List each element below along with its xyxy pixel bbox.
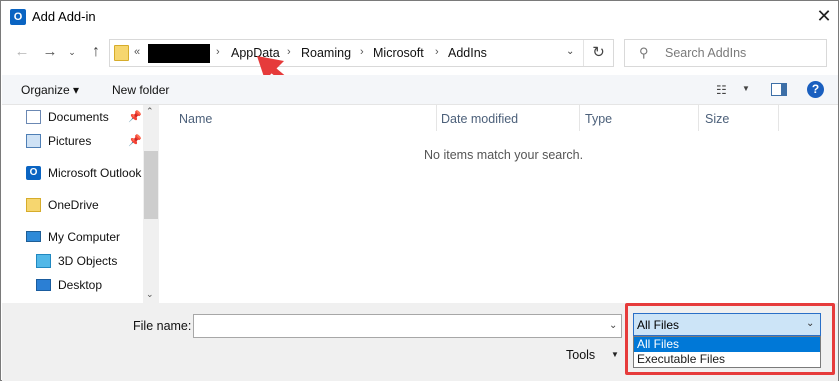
navpane-item-label: OneDrive <box>48 198 99 212</box>
file-name-dropdown-icon[interactable]: ⌄ <box>609 320 617 331</box>
forward-button[interactable]: → <box>39 41 61 63</box>
column-divider[interactable] <box>436 105 437 131</box>
empty-folder-message: No items match your search. <box>424 148 584 162</box>
documents-icon <box>26 110 41 124</box>
column-divider[interactable] <box>778 105 779 131</box>
outlook-icon: O <box>26 166 41 180</box>
onedrive-icon <box>26 198 41 212</box>
add-addin-dialog: O Add Add-in ✕ ← → ⌄ ↑ « › AppData › Roa… <box>0 0 839 381</box>
column-divider[interactable] <box>698 105 699 131</box>
navpane-item-label: My Computer <box>48 230 121 244</box>
tools-button[interactable]: Tools <box>566 348 595 362</box>
navpane-item-label: 3D Objects <box>58 254 118 268</box>
up-folder-button[interactable]: ↑ <box>85 41 107 63</box>
refresh-button[interactable]: ↻ <box>583 40 613 66</box>
back-button[interactable]: ← <box>11 41 33 63</box>
annotation-highlight-box <box>625 303 835 375</box>
recent-locations-dropdown[interactable]: ⌄ <box>66 41 78 63</box>
crumb-microsoft[interactable]: Microsoft <box>373 46 424 60</box>
navpane-item-3d-objects[interactable]: 3D Objects <box>36 251 156 271</box>
navpane-item-label: Microsoft Outlook <box>48 166 142 180</box>
navpane-item-label: Documents <box>48 110 109 124</box>
redacted-user-crumb <box>148 44 210 63</box>
outlook-app-icon: O <box>10 9 26 25</box>
folder-icon <box>114 45 129 61</box>
navpane-item-desktop[interactable]: Desktop <box>36 275 156 295</box>
view-options-icon[interactable]: ☷ <box>716 83 727 97</box>
scroll-up-icon[interactable]: ⌃ <box>146 106 154 117</box>
navpane-item-label: Desktop <box>58 278 103 292</box>
overflow-chevron-icon[interactable]: « <box>134 46 140 58</box>
tools-dropdown-icon[interactable]: ▼ <box>611 350 619 359</box>
file-name-label: File name: <box>133 319 192 333</box>
window-title: Add Add-in <box>32 9 96 24</box>
file-name-input[interactable]: ⌄ <box>193 314 622 338</box>
search-box[interactable]: ⚲ Search AddIns <box>624 39 827 67</box>
column-header-name[interactable]: Name <box>179 112 212 126</box>
close-button[interactable]: ✕ <box>813 5 835 27</box>
separator-icon[interactable]: › <box>360 46 364 58</box>
navpane-item-documents[interactable]: Documents 📌 <box>26 107 146 127</box>
pin-icon: 📌 <box>128 135 142 147</box>
navpane-item-pictures[interactable]: Pictures 📌 <box>26 131 146 151</box>
organize-button[interactable]: Organize ▾ <box>21 83 79 97</box>
navpane-item-outlook[interactable]: O Microsoft Outlook <box>26 163 146 183</box>
address-dropdown-icon[interactable]: ⌄ <box>566 46 574 57</box>
column-header-date-modified[interactable]: Date modified <box>441 112 518 126</box>
title-bar: O Add Add-in ✕ <box>1 1 838 33</box>
view-dropdown-icon[interactable]: ▼ <box>742 84 750 93</box>
pictures-icon <box>26 134 41 148</box>
navpane-item-label: Pictures <box>48 134 92 148</box>
help-icon[interactable]: ? <box>807 81 824 98</box>
pin-icon: 📌 <box>128 111 142 123</box>
desktop-icon <box>36 279 51 291</box>
new-folder-button[interactable]: New folder <box>112 83 169 97</box>
navpane-item-my-computer[interactable]: My Computer <box>26 227 146 247</box>
navpane-scroll-thumb[interactable] <box>144 151 158 219</box>
address-bar[interactable]: « › AppData › Roaming › Microsoft › AddI… <box>109 39 614 67</box>
column-header-type[interactable]: Type <box>585 112 612 126</box>
scroll-down-icon[interactable]: ⌄ <box>146 289 154 300</box>
3d-objects-icon <box>36 254 51 268</box>
command-toolbar: Organize ▾ New folder ☷ ▼ ? <box>2 75 838 105</box>
separator-icon[interactable]: › <box>216 46 220 58</box>
column-divider[interactable] <box>579 105 580 131</box>
search-icon: ⚲ <box>639 45 649 60</box>
navigation-pane: Documents 📌 Pictures 📌 O Microsoft Outlo… <box>2 105 159 303</box>
computer-icon <box>26 231 41 242</box>
separator-icon[interactable]: › <box>435 46 439 58</box>
crumb-addins[interactable]: AddIns <box>448 46 487 60</box>
file-list[interactable]: Name Date modified Type Size No items ma… <box>159 105 838 303</box>
preview-pane-icon[interactable] <box>771 83 787 96</box>
navpane-item-onedrive[interactable]: OneDrive <box>26 195 146 215</box>
search-input[interactable]: Search AddIns <box>665 46 746 60</box>
column-header-size[interactable]: Size <box>705 112 729 126</box>
